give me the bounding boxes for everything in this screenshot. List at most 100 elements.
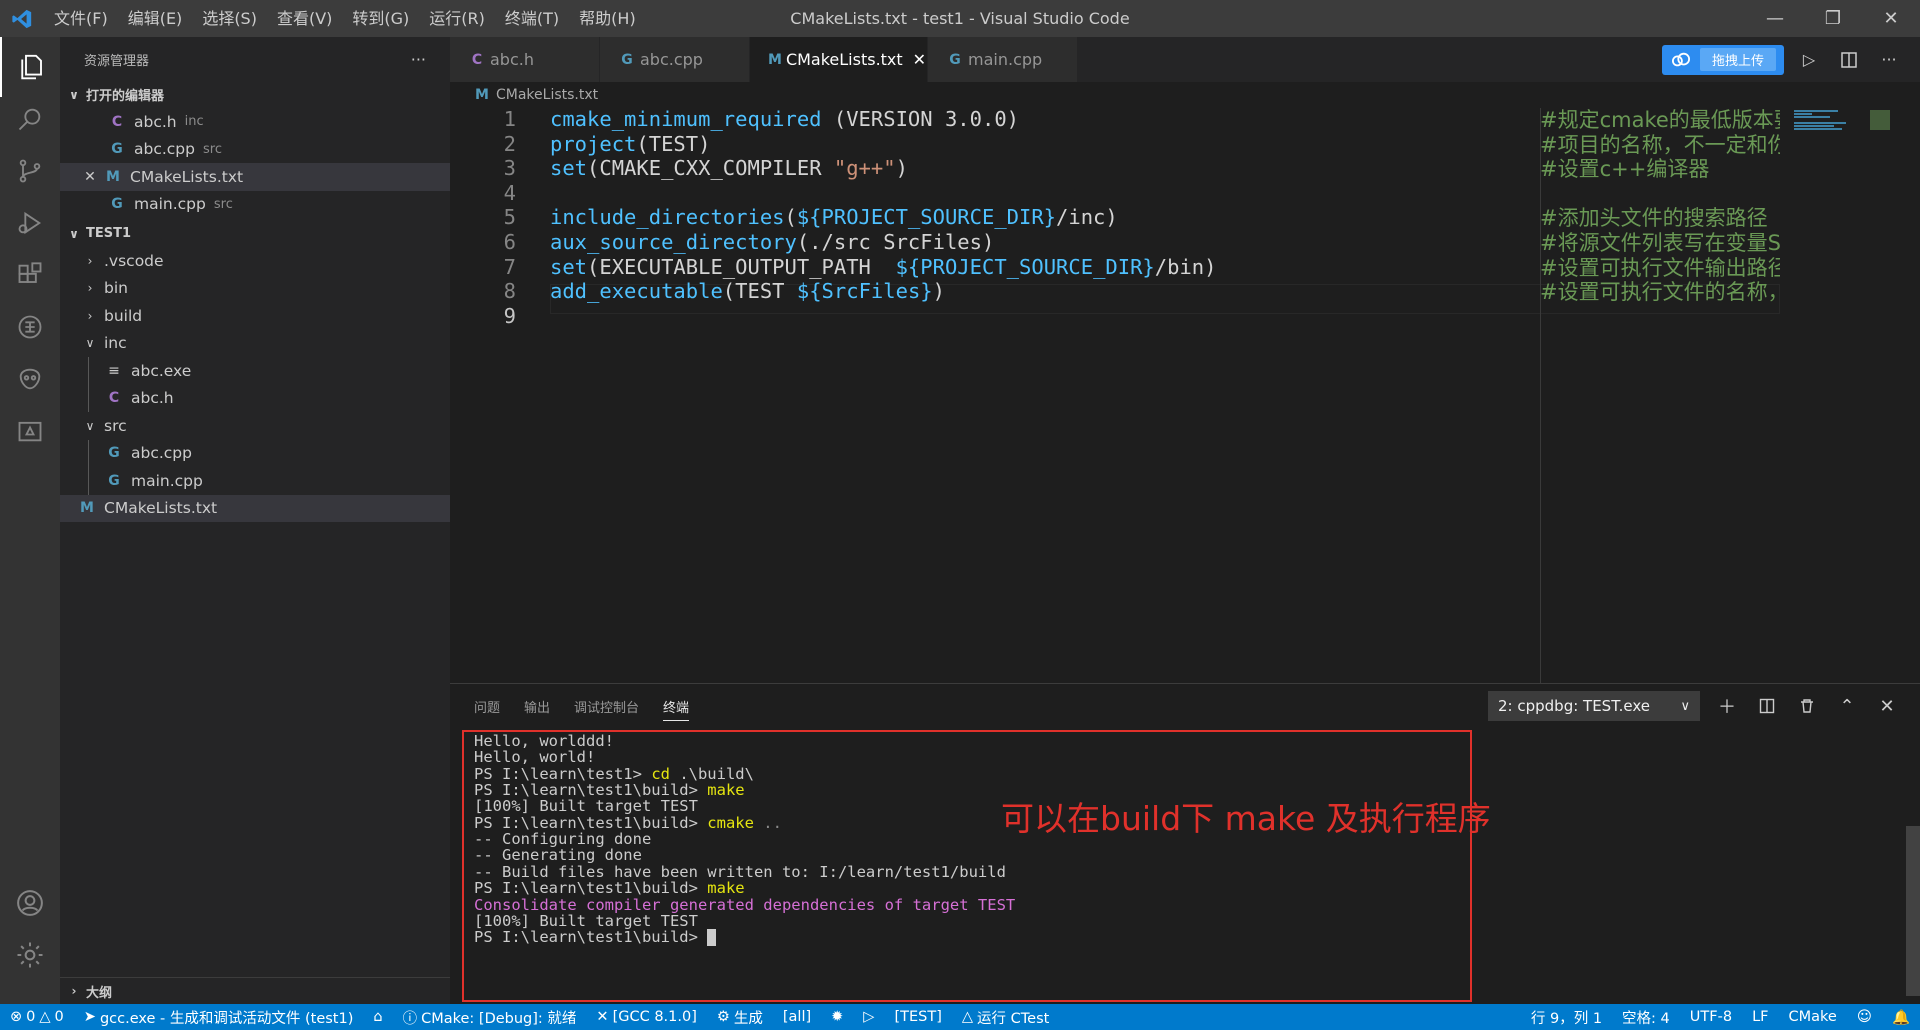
home-icon[interactable]: ⌂	[363, 1009, 392, 1025]
menu-item[interactable]: 选择(S)	[192, 0, 267, 37]
more-actions-icon[interactable]: ···	[1874, 45, 1904, 75]
file-item[interactable]: ≡ abc.exe	[88, 357, 450, 385]
code-text: set(CMAKE_CXX_COMPILER "g++")	[550, 156, 908, 180]
editor-tabs: C abc.h G abc.cpp M CMakeLists.txt ✕ G m…	[450, 37, 1920, 82]
minimap[interactable]	[1790, 108, 1906, 683]
menu-item[interactable]: 转到(G)	[342, 0, 419, 37]
menu-item[interactable]: 查看(V)	[267, 0, 342, 37]
code-token: include_directories	[550, 205, 785, 230]
folder-item[interactable]: ∨ src	[60, 412, 450, 440]
search-icon[interactable]	[0, 89, 60, 149]
feedback-icon[interactable]: ☺	[1847, 1009, 1882, 1025]
code-text: project(TEST)	[550, 132, 710, 156]
cloud-upload-button[interactable]: 拖拽上传	[1661, 44, 1784, 75]
build-button[interactable]: ⚙ 生成	[707, 1007, 773, 1028]
code-token: ${SrcFiles}	[796, 279, 933, 304]
tab-debug-console[interactable]: 调试控制台	[574, 697, 639, 716]
code-token: (./src SrcFiles)	[796, 230, 995, 254]
menu-item[interactable]: 编辑(E)	[118, 0, 193, 37]
cmake-icon[interactable]	[0, 349, 60, 409]
code-token: set	[550, 254, 588, 279]
folder-item[interactable]: › bin	[60, 275, 450, 303]
language-mode[interactable]: CMake	[1778, 1009, 1846, 1025]
tab-terminal[interactable]: 终端	[663, 692, 690, 721]
extensions-icon[interactable]	[0, 245, 60, 305]
close-icon[interactable]: ✕	[82, 169, 98, 185]
tab-problems[interactable]: 问题	[474, 697, 500, 716]
minimize-button[interactable]: —	[1746, 0, 1804, 37]
split-terminal-icon[interactable]	[1754, 693, 1780, 719]
workspace-header[interactable]: ∨ TEST1	[60, 220, 450, 247]
code-token: )	[932, 279, 945, 304]
open-editor-item[interactable]: C abc.h inc	[60, 108, 450, 136]
file-item-selected[interactable]: M CMakeLists.txt	[60, 494, 450, 522]
end-of-line[interactable]: LF	[1742, 1009, 1778, 1025]
open-editor-item-active[interactable]: ✕ M CMakeLists.txt	[60, 163, 450, 191]
close-window-button[interactable]: ✕	[1862, 0, 1920, 37]
cmake-status[interactable]: ⓘ CMake: [Debug]: 就绪	[393, 1007, 587, 1028]
title-bar: 文件(F) 编辑(E) 选择(S) 查看(V) 转到(G) 运行(R) 终端(T) 帮助(H)…	[0, 0, 1920, 37]
outline-header[interactable]: › 大纲	[60, 977, 450, 1004]
run-debug-icon[interactable]	[0, 193, 60, 253]
menu-item[interactable]: 文件(F)	[44, 0, 118, 37]
chevron-down-icon: ∨	[85, 418, 95, 433]
editor-scrollbar[interactable]	[1906, 108, 1920, 683]
kit-status[interactable]: ✕ [GCC 8.1.0]	[586, 1009, 706, 1025]
restore-button[interactable]: ❐	[1804, 0, 1862, 37]
open-editors-header[interactable]: ∨ 打开的编辑器	[60, 81, 450, 108]
trash-icon[interactable]	[1794, 693, 1820, 719]
new-terminal-icon[interactable]: ＋	[1714, 693, 1740, 719]
cmake-file-icon: M	[80, 500, 94, 517]
gear-icon: ⚙	[716, 1009, 730, 1025]
debug-task-status[interactable]: ➤ gcc.exe - 生成和调试活动文件 (test1)	[74, 1007, 364, 1028]
close-tab-icon[interactable]: ✕	[913, 50, 926, 69]
remote-explorer-icon[interactable]	[0, 297, 60, 357]
explorer-icon[interactable]	[0, 37, 60, 97]
accounts-icon[interactable]	[0, 873, 60, 933]
file-item[interactable]: G abc.cpp	[88, 439, 450, 467]
menu-item[interactable]: 终端(T)	[495, 0, 569, 37]
tab-abc-h[interactable]: C abc.h	[450, 37, 600, 82]
indentation[interactable]: 空格: 4	[1612, 1007, 1680, 1028]
terminal-scrollbar[interactable]	[1906, 826, 1920, 996]
notifications-bell-icon[interactable]: 🔔	[1882, 1009, 1920, 1026]
build-target[interactable]: [all]	[773, 1009, 821, 1025]
settings-gear-icon[interactable]	[0, 925, 60, 985]
code-token: )	[895, 156, 908, 181]
open-editor-item[interactable]: G abc.cpp src	[60, 136, 450, 164]
test-explorer-icon[interactable]	[0, 401, 60, 461]
chevron-right-icon: ›	[71, 984, 77, 998]
code-token: (TEST)	[636, 131, 711, 156]
code-token: set	[550, 156, 588, 181]
terminal-select[interactable]: 2: cppdbg: TEST.exe ∨	[1488, 691, 1700, 721]
close-panel-icon[interactable]: ✕	[1874, 693, 1900, 719]
tab-cmakelists[interactable]: M CMakeLists.txt ✕	[750, 37, 928, 82]
tab-main-cpp[interactable]: G main.cpp	[928, 37, 1078, 82]
file-item[interactable]: C abc.h	[88, 384, 450, 412]
run-icon[interactable]: ▷	[1794, 45, 1824, 75]
tab-output[interactable]: 输出	[524, 697, 550, 716]
menu-item[interactable]: 帮助(H)	[569, 0, 646, 37]
folder-item[interactable]: ∨ inc	[60, 330, 450, 358]
folder-item[interactable]: › build	[60, 302, 450, 330]
line-number: 5	[503, 205, 516, 230]
encoding[interactable]: UTF-8	[1680, 1009, 1742, 1025]
more-actions-button[interactable]: ···	[411, 50, 426, 69]
maximize-panel-icon[interactable]: ⌃	[1834, 693, 1860, 719]
launch-icon[interactable]: ▷	[853, 1009, 884, 1025]
folder-item[interactable]: › .vscode	[60, 247, 450, 275]
ctest-button[interactable]: △ 运行 CTest	[952, 1007, 1059, 1028]
source-control-icon[interactable]	[0, 141, 60, 201]
tab-abc-cpp[interactable]: G abc.cpp	[600, 37, 750, 82]
code-editor[interactable]: 1 cmake_minimum_required (VERSION 3.0.0) #…	[450, 107, 1920, 683]
cmake-file-icon: M	[475, 87, 489, 103]
launch-target[interactable]: [TEST]	[884, 1009, 951, 1025]
menu-item[interactable]: 运行(R)	[419, 0, 495, 37]
code-token: add_executable	[550, 279, 723, 304]
open-editor-item[interactable]: G main.cpp src	[60, 191, 450, 219]
problems-status[interactable]: ⊗ 0 △ 0	[0, 1009, 74, 1025]
debug-bug-icon[interactable]: ✹	[821, 1009, 853, 1025]
split-editor-icon[interactable]	[1834, 45, 1864, 75]
file-item[interactable]: G main.cpp	[88, 467, 450, 495]
cursor-position[interactable]: 行 9，列 1	[1521, 1007, 1612, 1028]
